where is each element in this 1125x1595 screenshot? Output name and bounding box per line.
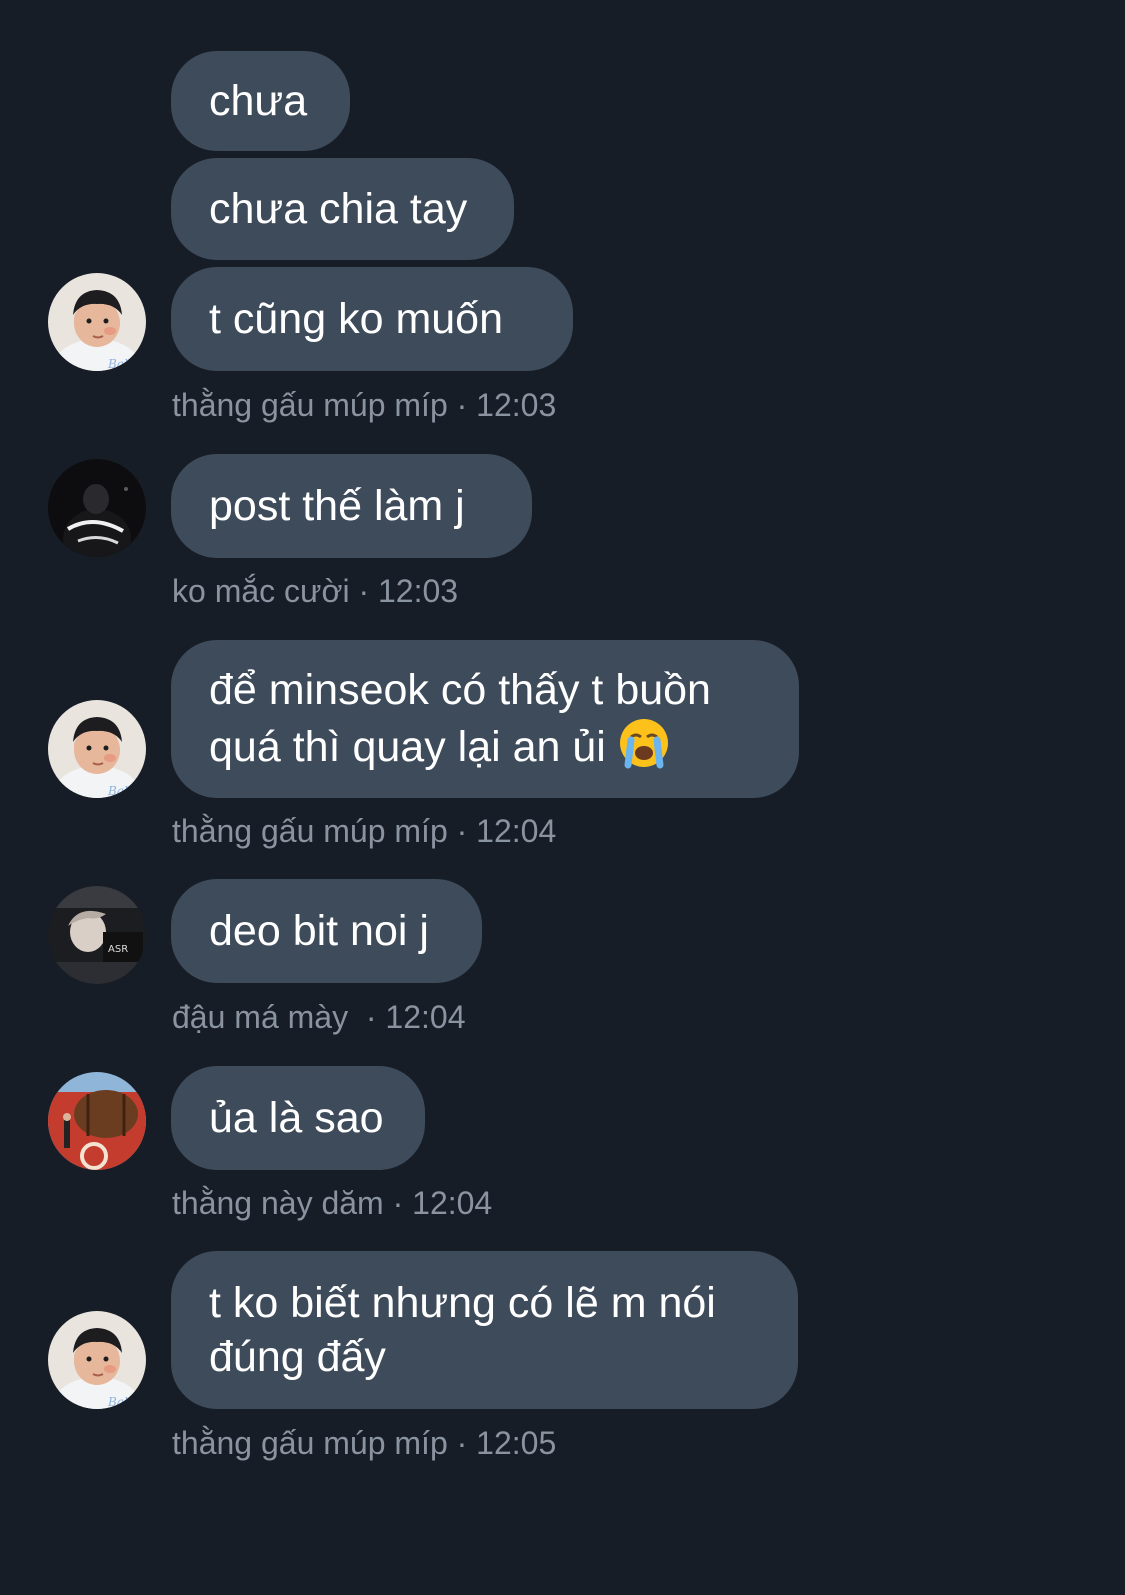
message-bubble[interactable]: chưa: [171, 51, 350, 151]
svg-text:Ball: Ball: [107, 784, 132, 798]
message-text: chưa chia tay: [209, 185, 468, 233]
message-text: ủa là sao: [209, 1094, 384, 1142]
avatar-night-figure[interactable]: [48, 459, 146, 557]
message-bubble[interactable]: t cũng ko muốn: [171, 267, 573, 371]
avatar-toddler[interactable]: Ball: [48, 1311, 146, 1409]
avatar-toddler-image: Ball: [48, 700, 146, 798]
avatar-barrel-image: [48, 1072, 146, 1170]
message-text: t ko biết nhưng có lẽ m nói đúng đấy: [209, 1279, 716, 1381]
svg-text:ASR: ASR: [108, 944, 128, 955]
message-bubble[interactable]: chưa chia tay: [171, 158, 514, 260]
avatar-toddler[interactable]: Ball: [48, 273, 146, 371]
message-meta: thằng gấu múp míp · 12:03: [172, 387, 557, 423]
avatar-night-figure-image: [48, 459, 146, 557]
message-bubble[interactable]: post thế làm j: [171, 454, 532, 558]
message-bubble[interactable]: ủa là sao: [171, 1066, 425, 1170]
message-meta: ko mắc cười · 12:03: [172, 573, 459, 609]
avatar-toddler[interactable]: Ball: [48, 700, 146, 798]
svg-text:Ball: Ball: [107, 357, 132, 371]
avatar-barrel[interactable]: [48, 1072, 146, 1170]
message-text: chưa: [209, 77, 308, 125]
message-meta: đậu má mày · 12:04: [172, 999, 466, 1035]
message-bubble[interactable]: t ko biết nhưng có lẽ m nói đúng đấy: [171, 1251, 798, 1409]
message-meta: thằng gấu múp míp · 12:05: [172, 1425, 557, 1461]
message-meta: thằng này dăm · 12:04: [172, 1185, 493, 1221]
avatar-collage[interactable]: ASR: [48, 886, 146, 984]
message-text: post thế làm j: [209, 482, 465, 530]
message-text: để minseok có thấy t buồn quá thì quay l…: [209, 663, 761, 782]
message-text: deo bit noi j: [209, 907, 429, 955]
svg-text:Ball: Ball: [107, 1395, 132, 1409]
message-text: t cũng ko muốn: [209, 295, 504, 343]
message-bubble[interactable]: deo bit noi j: [171, 879, 482, 983]
chat-thread: chưa chưa chia tay t cũng ko muốn Ball t…: [0, 0, 1125, 1595]
message-bubble[interactable]: để minseok có thấy t buồn quá thì quay l…: [171, 640, 799, 798]
loudly-crying-face-icon: [618, 717, 670, 782]
avatar-collage-image: ASR: [48, 886, 146, 984]
avatar-toddler-image: Ball: [48, 1311, 146, 1409]
message-meta: thằng gấu múp míp · 12:04: [172, 813, 557, 849]
avatar-toddler-image: Ball: [48, 273, 146, 371]
